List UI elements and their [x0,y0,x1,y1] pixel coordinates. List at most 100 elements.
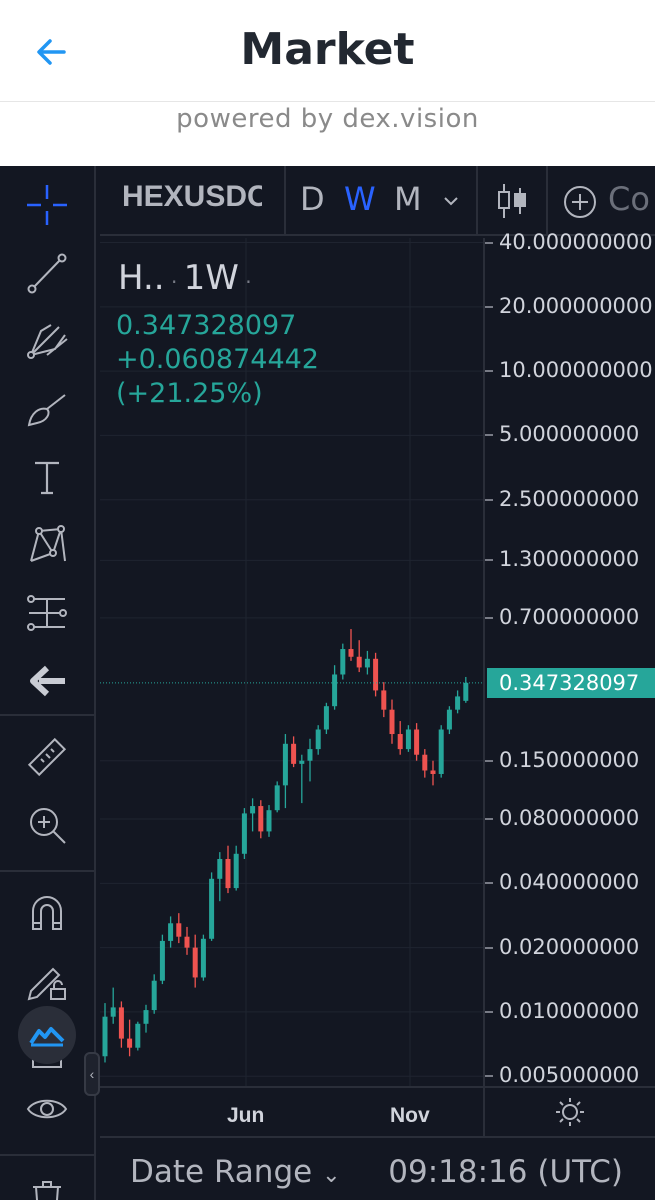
candle-up[interactable] [307,749,313,761]
candle-up[interactable] [405,729,411,750]
utc-clock[interactable]: 09:18:16 (UTC) [388,1154,623,1190]
candle-up[interactable] [299,760,305,764]
candle-up[interactable] [364,658,370,668]
candle-down[interactable] [422,754,428,771]
price-tick-mark [485,759,493,762]
brush-icon[interactable] [18,380,76,438]
interval-week[interactable]: W [344,180,376,218]
candle-up[interactable] [315,729,321,750]
price-tick-mark [485,1075,493,1078]
candle-up[interactable] [332,674,338,707]
candle-up[interactable] [159,940,165,981]
chart-pane[interactable]: H.. · 1W · 0.347328097 +0.060874442 (+21… [100,238,483,1086]
candle-up[interactable] [241,813,247,854]
candle-up[interactable] [209,878,215,939]
candle-down[interactable] [184,936,190,948]
candle-up[interactable] [168,923,174,941]
candle-up[interactable] [438,729,444,774]
candles-chart-type-icon[interactable] [494,180,530,222]
candle-up[interactable] [463,682,469,701]
candle-up[interactable] [143,1010,149,1024]
candle-up[interactable] [233,853,239,889]
candle-up[interactable] [135,1023,141,1048]
magnet-icon[interactable] [18,884,76,942]
trash-icon[interactable] [18,1166,76,1200]
app-header: Market [0,0,655,102]
candle-up[interactable] [455,696,461,710]
candle-down[interactable] [192,947,198,978]
date-range-button[interactable]: Date Range ⌄ [130,1154,341,1190]
price-tick-mark [485,498,493,501]
candle-down[interactable] [414,729,420,755]
candle-up[interactable] [282,743,288,786]
candle-down[interactable] [258,806,264,832]
candle-up[interactable] [266,810,272,832]
candle-down[interactable] [348,649,354,657]
candle-up[interactable] [200,938,206,978]
text-icon[interactable] [18,448,76,506]
compare-plus-icon[interactable] [562,184,598,220]
candle-down[interactable] [225,858,231,889]
powered-by-label: powered by dex.vision [176,104,479,134]
price-tick-label: 5.000000000 [499,422,640,447]
collapse-toolbar-button[interactable]: ‹ [84,1052,100,1096]
legend-change-percent: (+21.25%) [116,378,263,409]
toolbar-divider [0,870,96,872]
compare-label[interactable]: Co [608,180,650,218]
interval-day[interactable]: D [300,180,325,218]
topbar-divider [546,166,548,236]
back-arrow-icon[interactable] [18,652,76,710]
candle-up[interactable] [250,806,256,814]
candle-down[interactable] [381,690,387,710]
date-range-label: Date Range [130,1154,313,1190]
symbol-search[interactable]: HEXUSDC [122,180,262,222]
candle-up[interactable] [102,1016,108,1057]
candle-down[interactable] [291,743,297,764]
candle-up[interactable] [217,858,223,879]
candle-up[interactable] [151,980,157,1011]
candle-up[interactable] [323,706,329,730]
trend-line-icon[interactable] [18,244,76,302]
legend-price: 0.347328097 [116,310,297,341]
candle-down[interactable] [176,923,182,937]
zoom-in-icon[interactable] [18,796,76,854]
candle-up[interactable] [110,1007,116,1017]
pitchfork-icon[interactable] [18,312,76,370]
pattern-icon[interactable] [18,516,76,574]
candle-down[interactable] [118,1007,124,1039]
lock-drawing-icon[interactable] [18,952,76,1010]
price-tick-label: 0.005000000 [499,1063,640,1088]
price-axis[interactable]: 40.000000000 20.000000000 10.000000000 5.00… [483,230,655,1088]
price-tick-label: 0.020000000 [499,934,640,959]
bottom-bar: Date Range ⌄ 09:18:16 (UTC) [100,1136,655,1200]
price-tick-label: 0.040000000 [499,870,640,895]
ruler-icon[interactable] [18,728,76,786]
sun-settings-icon[interactable] [555,1097,585,1127]
candle-down[interactable] [356,656,362,668]
candle-up[interactable] [446,709,452,730]
interval-month[interactable]: M [394,180,422,218]
candle-up[interactable] [340,649,346,675]
price-tick-label: 10.000000000 [499,358,653,383]
candle-down[interactable] [127,1038,133,1048]
chart-widget: HEXUSDC D W M Co H.. · 1W · 0.347328097 … [0,166,655,1200]
candle-up[interactable] [274,785,280,811]
price-tick-mark [485,434,493,437]
tradingview-logo-icon[interactable] [18,1006,76,1064]
price-tick-label: 40.000000000 [499,230,653,254]
chart-settings-cell[interactable] [483,1086,655,1136]
candle-down[interactable] [389,709,395,735]
price-tick-label: 1.300000000 [499,547,640,572]
candle-down[interactable] [397,734,403,750]
chevron-down-icon[interactable] [442,192,460,210]
topbar-divider [284,166,286,236]
candle-down[interactable] [430,770,436,774]
prediction-icon[interactable] [18,584,76,642]
legend-symbol: H.. · 1W · [118,258,252,298]
chart-topbar: HEXUSDC D W M Co [100,166,655,236]
candle-down[interactable] [373,658,379,691]
eye-icon[interactable] [18,1080,76,1138]
price-tick-mark [485,559,493,562]
crosshair-icon[interactable] [18,176,76,234]
time-axis[interactable]: Jun Nov [100,1086,483,1136]
